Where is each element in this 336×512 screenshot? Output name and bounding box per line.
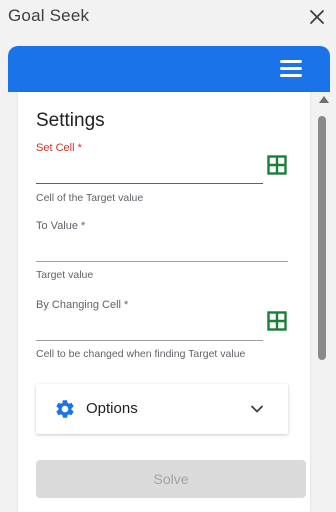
hamburger-menu-icon-bar: [280, 67, 302, 70]
set-cell-label: Set Cell *: [36, 142, 82, 154]
by-changing-cell-picker-button[interactable]: [267, 311, 287, 331]
set-cell-picker-button[interactable]: [267, 155, 287, 175]
panel-scroll-area[interactable]: Settings Set Cell * Cell of the Target v…: [8, 92, 330, 512]
to-value-input[interactable]: [36, 234, 288, 260]
set-cell-underline: [36, 183, 263, 184]
scrollbar-thumb[interactable]: [318, 116, 326, 360]
by-changing-cell-input[interactable]: [36, 313, 262, 339]
scroll-up-arrow-icon[interactable]: [319, 96, 329, 103]
vertical-scrollbar[interactable]: [316, 94, 329, 512]
goal-seek-panel: Goal Seek Settings Set Cell * Cell of th…: [0, 0, 336, 512]
close-button[interactable]: [306, 6, 328, 28]
by-changing-cell-helper: Cell to be changed when finding Target v…: [36, 348, 246, 360]
window-title: Goal Seek: [8, 6, 90, 25]
grid-select-icon: [267, 311, 287, 331]
to-value-label: To Value *: [36, 220, 86, 232]
gear-icon: [56, 400, 74, 418]
by-changing-cell-underline: [36, 340, 263, 341]
options-label: Options: [86, 400, 138, 417]
hamburger-menu-icon-bar: [280, 74, 302, 77]
close-icon: [310, 10, 324, 24]
settings-card: Settings Set Cell * Cell of the Target v…: [18, 92, 310, 512]
options-expander[interactable]: Options: [36, 384, 288, 434]
chevron-down-icon: [251, 405, 263, 413]
title-bar: Goal Seek: [0, 0, 336, 40]
hamburger-menu-icon: [280, 60, 302, 63]
set-cell-helper: Cell of the Target value: [36, 192, 144, 204]
menu-button[interactable]: [280, 60, 302, 78]
solve-button[interactable]: Solve: [36, 460, 306, 498]
settings-title: Settings: [36, 110, 105, 131]
to-value-underline: [36, 261, 288, 262]
grid-select-icon: [267, 155, 287, 175]
panel-header: [8, 46, 330, 92]
to-value-helper: Target value: [36, 269, 94, 281]
by-changing-cell-label: By Changing Cell *: [36, 299, 129, 311]
set-cell-input[interactable]: [36, 156, 262, 182]
